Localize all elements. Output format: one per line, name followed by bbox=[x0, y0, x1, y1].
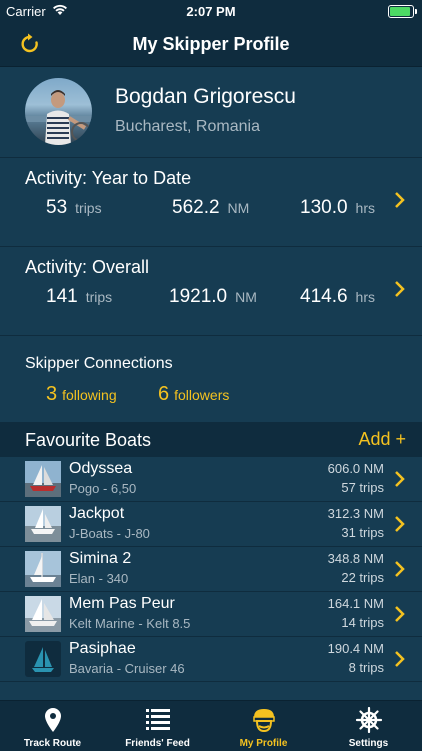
tab-label: Friends' Feed bbox=[125, 738, 190, 749]
tab-track-route[interactable]: Track Route bbox=[0, 701, 105, 751]
followers-label: followers bbox=[174, 387, 230, 403]
add-boat-button[interactable]: Add + bbox=[358, 429, 406, 450]
tab-bar: Track Route Friends' Feed My Profile Set… bbox=[0, 700, 422, 751]
profile-location: Bucharest, Romania bbox=[115, 118, 260, 135]
tab-label: Track Route bbox=[23, 738, 82, 749]
tab-friends-feed[interactable]: Friends' Feed bbox=[105, 701, 210, 751]
boat-name: Pasiphae bbox=[69, 640, 136, 657]
overall-distance-unit: NM bbox=[235, 289, 257, 305]
favourite-boats-title: Favourite Boats bbox=[25, 430, 152, 450]
overall-distance-stat: 1921.0 NM bbox=[169, 286, 257, 308]
following-count: 3 bbox=[46, 383, 58, 405]
chevron-right-icon bbox=[395, 471, 405, 487]
chevron-right-icon bbox=[395, 561, 405, 577]
boat-trips: 22 trips bbox=[341, 570, 384, 585]
boat-distance: 606.0 NM bbox=[327, 461, 384, 476]
ytd-trips-stat: 53 trips bbox=[46, 197, 102, 219]
ytd-distance-value: 562.2 bbox=[172, 197, 220, 218]
favourite-boats-header: Favourite Boats Add + bbox=[0, 422, 422, 457]
ytd-distance-unit: NM bbox=[227, 200, 250, 216]
boat-row[interactable]: Simina 2 Elan - 340 348.8 NM 22 trips bbox=[0, 547, 422, 592]
boat-row[interactable]: Odyssea Pogo - 6,50 606.0 NM 57 trips bbox=[0, 457, 422, 502]
ytd-hours-stat: 130.0 hrs bbox=[300, 197, 375, 219]
location-pin-icon bbox=[45, 708, 61, 732]
overall-trips-unit: trips bbox=[85, 289, 113, 305]
overall-hours-unit: hrs bbox=[355, 289, 375, 305]
overall-hours-value: 414.6 bbox=[300, 286, 348, 307]
boat-model: Elan - 340 bbox=[69, 571, 129, 586]
page-title: My Skipper Profile bbox=[132, 34, 290, 54]
boat-model: Kelt Marine - Kelt 8.5 bbox=[69, 616, 191, 631]
boat-trips: 8 trips bbox=[348, 660, 384, 675]
followers-link[interactable]: 6 followers bbox=[158, 383, 229, 406]
boat-model: J-Boats - J-80 bbox=[69, 526, 150, 541]
boat-distance: 164.1 NM bbox=[327, 596, 384, 611]
followers-count: 6 bbox=[158, 383, 170, 405]
status-bar: Carrier 2:07 PM bbox=[0, 0, 422, 22]
boat-distance: 190.4 NM bbox=[327, 641, 384, 656]
boat-distance: 312.3 NM bbox=[327, 506, 384, 521]
overall-trips-value: 141 bbox=[46, 286, 78, 307]
list-icon bbox=[146, 709, 170, 730]
boat-row[interactable]: Jackpot J-Boats - J-80 312.3 NM 31 trips bbox=[0, 502, 422, 547]
ytd-hours-value: 130.0 bbox=[300, 197, 348, 218]
boat-name: Mem Pas Peur bbox=[69, 595, 175, 612]
activity-year-to-date[interactable]: Activity: Year to Date 53 trips 562.2 NM 1… bbox=[0, 158, 422, 247]
boat-model: Bavaria - Cruiser 46 bbox=[69, 661, 185, 676]
boat-trips: 14 trips bbox=[341, 615, 384, 630]
profile-name: Bogdan Grigorescu bbox=[115, 85, 296, 108]
boat-trips: 57 trips bbox=[341, 480, 384, 495]
battery-icon bbox=[388, 5, 417, 18]
boat-row[interactable]: Pasiphae Bavaria - Cruiser 46 190.4 NM 8… bbox=[0, 637, 422, 682]
nav-bar: My Skipper Profile bbox=[0, 22, 422, 67]
activity-overall[interactable]: Activity: Overall 141 trips 1921.0 NM 414.… bbox=[0, 247, 422, 336]
clock: 2:07 PM bbox=[186, 4, 236, 19]
connections-title: Skipper Connections bbox=[25, 355, 173, 372]
boat-name: Jackpot bbox=[69, 505, 125, 522]
ytd-hours-unit: hrs bbox=[355, 200, 375, 216]
ship-wheel-icon bbox=[355, 707, 383, 733]
overall-hours-stat: 414.6 hrs bbox=[300, 286, 375, 308]
chevron-right-icon bbox=[395, 192, 405, 208]
chevron-right-icon bbox=[395, 281, 405, 297]
overall-trips-stat: 141 trips bbox=[46, 286, 112, 308]
boat-distance: 348.8 NM bbox=[327, 551, 384, 566]
skipper-connections: Skipper Connections 3 following 6 follower… bbox=[0, 335, 422, 420]
boat-name: Simina 2 bbox=[69, 550, 132, 567]
ytd-distance-stat: 562.2 NM bbox=[172, 197, 249, 219]
boat-photo bbox=[25, 506, 61, 542]
boat-photo bbox=[25, 551, 61, 587]
activity-ytd-title: Activity: Year to Date bbox=[25, 168, 192, 188]
ytd-trips-unit: trips bbox=[75, 200, 102, 216]
sailboat-placeholder-icon bbox=[25, 641, 61, 677]
tab-settings[interactable]: Settings bbox=[316, 701, 421, 751]
following-label: following bbox=[62, 387, 117, 403]
boat-photo bbox=[25, 461, 61, 497]
boat-model: Pogo - 6,50 bbox=[69, 481, 137, 496]
following-link[interactable]: 3 following bbox=[46, 383, 117, 406]
chevron-right-icon bbox=[395, 516, 405, 532]
skipper-cap-icon bbox=[253, 709, 275, 733]
boat-photo bbox=[25, 596, 61, 632]
profile-header[interactable]: Bogdan Grigorescu Bucharest, Romania bbox=[0, 67, 422, 158]
avatar bbox=[25, 78, 92, 145]
boat-trips: 31 trips bbox=[341, 525, 384, 540]
tab-label: Settings bbox=[348, 738, 389, 749]
ytd-trips-value: 53 bbox=[46, 197, 68, 218]
activity-overall-title: Activity: Overall bbox=[25, 257, 150, 277]
chevron-right-icon bbox=[395, 606, 405, 622]
tab-label: My Profile bbox=[239, 738, 288, 749]
overall-distance-value: 1921.0 bbox=[169, 286, 228, 307]
chevron-right-icon bbox=[395, 651, 405, 667]
boat-name: Odyssea bbox=[69, 460, 133, 477]
boat-row[interactable]: Mem Pas Peur Kelt Marine - Kelt 8.5 164.… bbox=[0, 592, 422, 637]
tab-my-profile[interactable]: My Profile bbox=[211, 701, 316, 751]
